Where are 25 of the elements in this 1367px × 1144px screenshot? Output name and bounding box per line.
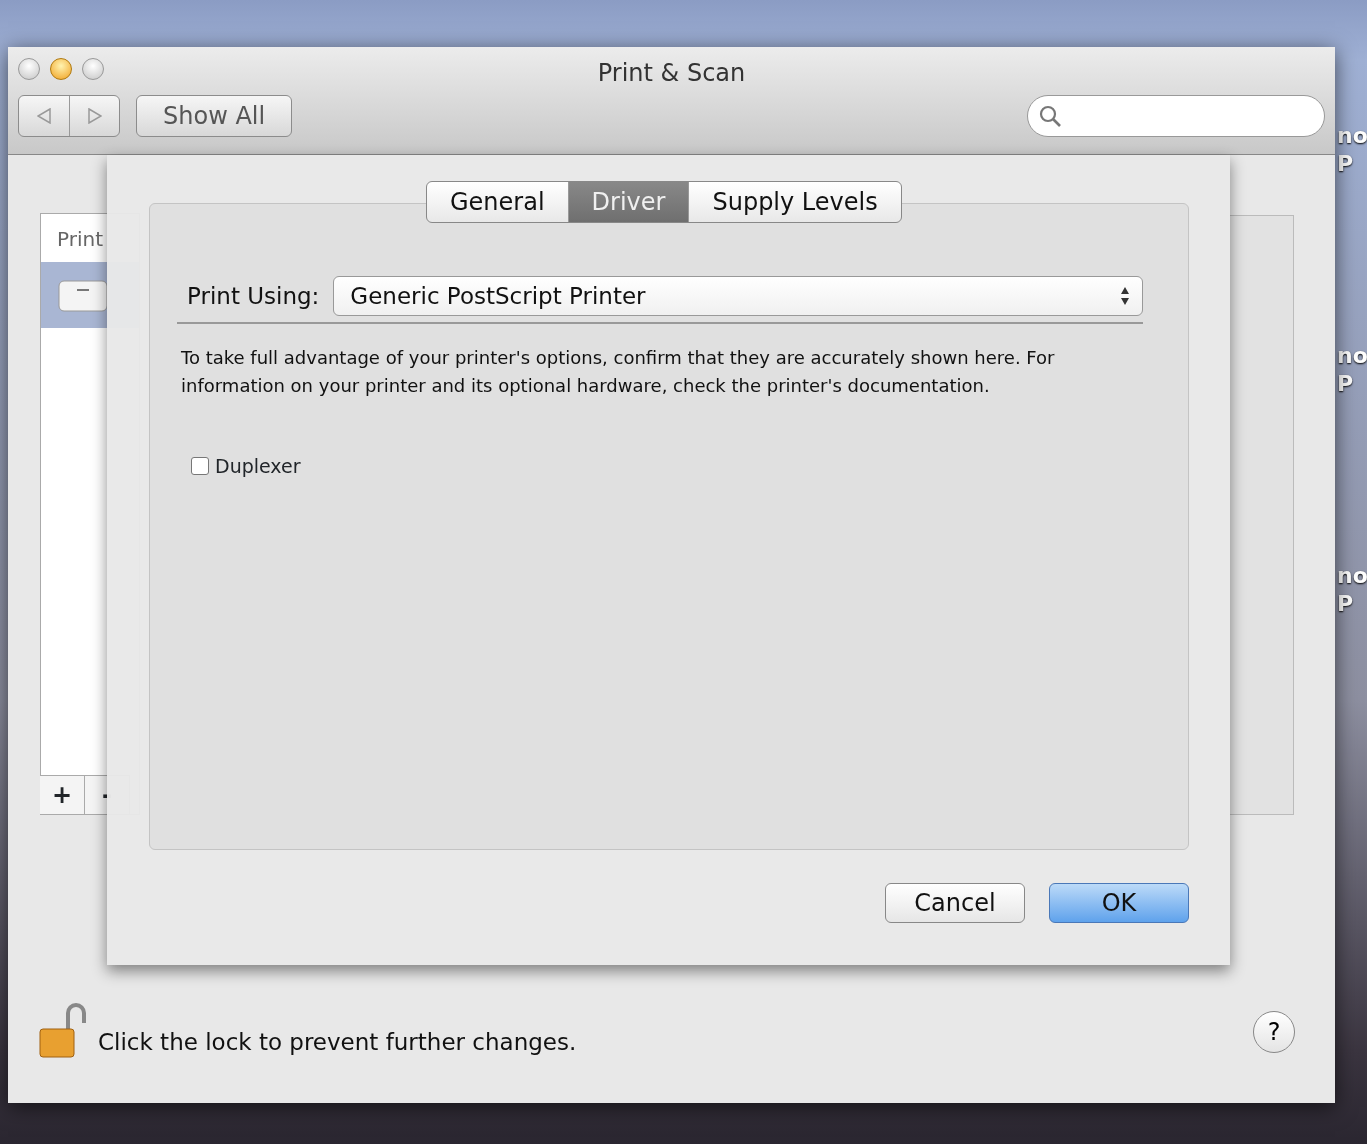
print-using-label: Print Using:	[187, 281, 320, 311]
help-button[interactable]: ?	[1253, 1011, 1295, 1053]
back-arrow-icon	[37, 108, 51, 124]
stepper-arrows-icon	[1120, 285, 1130, 307]
tab[interactable]: Supply Levels	[689, 182, 901, 222]
add-button[interactable]: +	[40, 776, 85, 814]
ok-button[interactable]: OK	[1049, 883, 1189, 923]
zoom-button[interactable]	[82, 58, 104, 80]
minimize-button[interactable]	[50, 58, 72, 80]
lock-message: Click the lock to prevent further changes.	[98, 1027, 577, 1057]
checkbox-label: Duplexer	[215, 454, 301, 479]
search-icon	[1038, 104, 1062, 128]
tab[interactable]: Driver	[568, 182, 690, 222]
search-field[interactable]	[1027, 95, 1325, 137]
list-header: Print	[56, 226, 104, 253]
show-all-button[interactable]: Show All	[136, 95, 293, 137]
cancel-button[interactable]: Cancel	[885, 883, 1025, 923]
back-forward-control[interactable]	[18, 95, 120, 137]
window-title: Print & Scan	[597, 58, 746, 89]
description-text: To take full advantage of your printer's options, confirm that they are accurately shown here. For information on your printer and its optional hardware, check the printer's documentation.	[181, 346, 1056, 398]
forward-arrow-icon	[87, 108, 102, 124]
close-button[interactable]	[18, 58, 40, 80]
lock-icon[interactable]	[38, 1001, 88, 1059]
checkbox[interactable]	[191, 457, 209, 476]
driver-select[interactable]: Generic PostScript Printer	[333, 276, 1143, 316]
